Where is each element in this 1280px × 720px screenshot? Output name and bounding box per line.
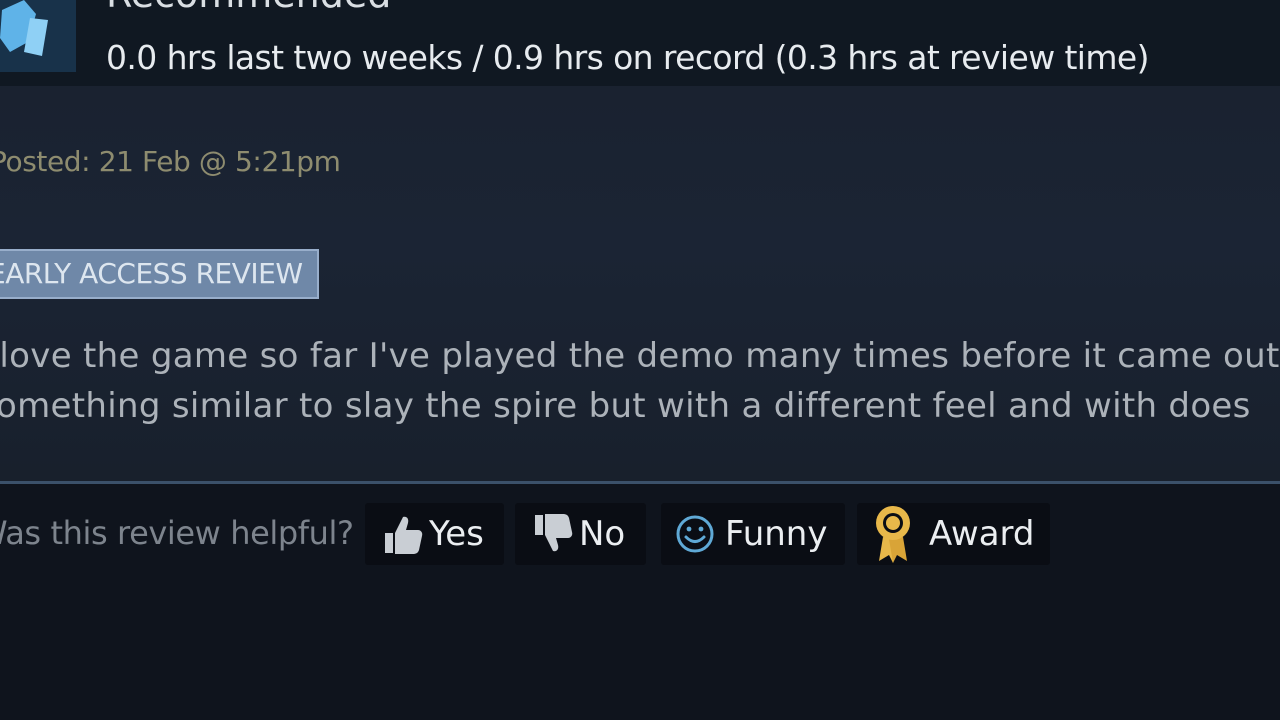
playtime-hours: 0.0 hrs last two weeks / 0.9 hrs on reco… xyxy=(106,38,1150,77)
recommendation-title: Recommended xyxy=(106,0,391,16)
smiley-icon xyxy=(675,514,715,554)
vote-funny-label: Funny xyxy=(725,514,828,554)
thumbs-up-icon xyxy=(0,0,48,56)
review-header: Recommended 0.0 hrs last two weeks / 0.9… xyxy=(0,0,1280,86)
recommended-thumb-box xyxy=(0,0,76,72)
review-feedback-bar: Was this review helpful? Yes No Funny Aw… xyxy=(0,484,1280,720)
vote-funny-button[interactable]: Funny xyxy=(661,503,845,565)
review-text-line: something similar to slay the spire but … xyxy=(0,386,1251,426)
helpful-prompt: Was this review helpful? xyxy=(0,514,354,552)
award-button[interactable]: Award xyxy=(857,503,1050,565)
early-access-badge: EARLY ACCESS REVIEW xyxy=(0,249,319,299)
thumbs-down-icon xyxy=(529,511,575,557)
award-label: Award xyxy=(929,514,1035,554)
vote-yes-button[interactable]: Yes xyxy=(365,503,504,565)
review-body: Posted: 21 Feb @ 5:21pm EARLY ACCESS REV… xyxy=(0,86,1280,482)
award-ribbon-icon xyxy=(871,503,915,565)
posted-date: Posted: 21 Feb @ 5:21pm xyxy=(0,145,341,178)
vote-no-label: No xyxy=(579,514,626,554)
vote-yes-label: Yes xyxy=(429,514,484,554)
vote-no-button[interactable]: No xyxy=(515,503,646,565)
thumbs-up-icon xyxy=(379,511,425,557)
review-text-line: I love the game so far I've played the d… xyxy=(0,336,1280,376)
